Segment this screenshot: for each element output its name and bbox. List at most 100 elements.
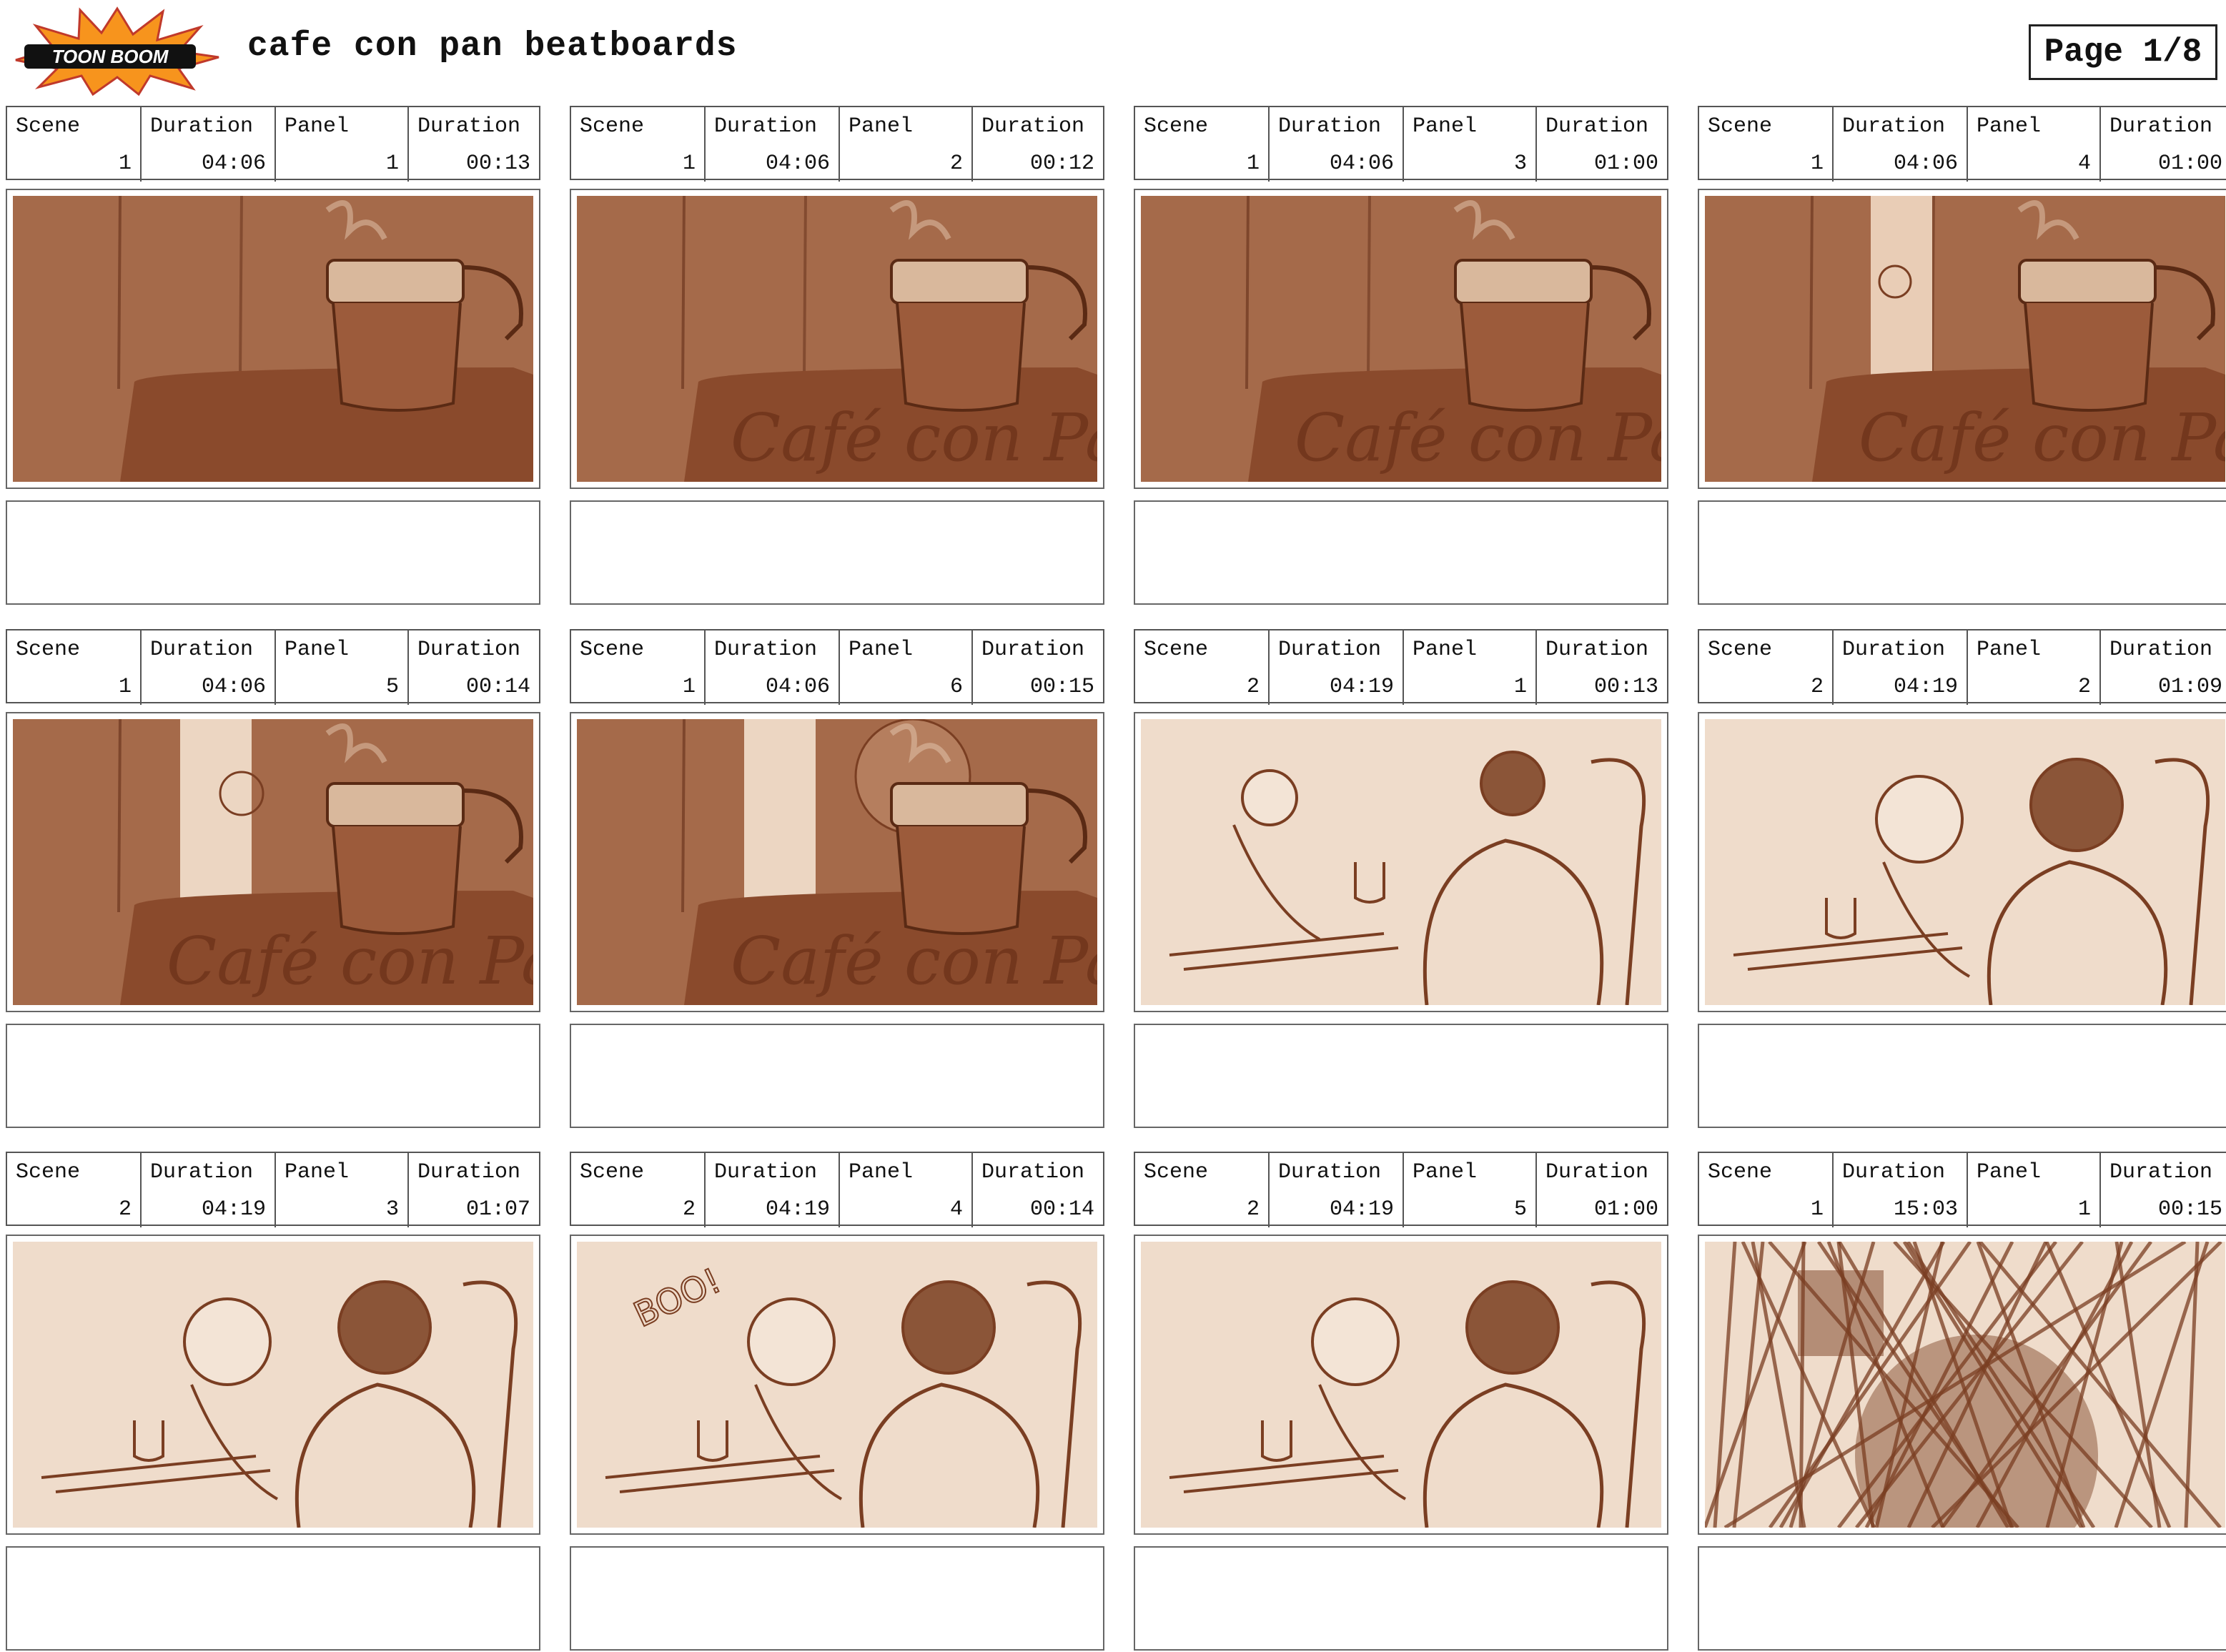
cell-divider — [1832, 668, 1834, 705]
scene-duration-label: Duration — [1842, 1160, 1946, 1184]
scene-number: 2 — [1246, 675, 1260, 699]
scene-label: Scene — [580, 1160, 645, 1184]
document-title: cafe con pan beatboards — [247, 27, 738, 66]
panel-duration-value: 00:14 — [1029, 1197, 1094, 1222]
scene-duration-value: 04:06 — [1893, 152, 1958, 176]
panel-notes-box[interactable] — [6, 500, 540, 605]
panel-notes-box[interactable] — [570, 500, 1104, 605]
scene-label: Scene — [1708, 114, 1773, 139]
panel-artwork — [1141, 719, 1661, 1005]
scene-cell: Scene 2 — [1135, 630, 1268, 702]
panel-image-frame[interactable]: Café con Pan — [1134, 189, 1668, 489]
panel-notes-box[interactable] — [1134, 1024, 1668, 1128]
cell-divider — [274, 668, 276, 705]
panel-duration-cell: Duration 00:13 — [407, 107, 539, 182]
cell-divider — [1268, 668, 1270, 705]
panel-image-frame[interactable] — [1134, 1235, 1668, 1535]
scene-duration-cell: Duration 04:19 — [1268, 1153, 1403, 1227]
scene-cell: Scene 1 — [1699, 1153, 1832, 1225]
panel-duration-cell: Duration 00:12 — [971, 107, 1103, 182]
panel-duration-value: 00:13 — [465, 152, 530, 176]
panel-duration-cell: Duration 00:13 — [1535, 630, 1667, 705]
panel-image-frame[interactable]: BOO! — [570, 1235, 1104, 1535]
scene-label: Scene — [580, 638, 645, 662]
panel-cell: Panel 2 — [1967, 630, 2099, 705]
scene-duration-value: 04:19 — [201, 1197, 266, 1222]
scene-cell: Scene 1 — [1135, 107, 1268, 179]
scene-duration-value: 15:03 — [1893, 1197, 1958, 1222]
panel-notes-box[interactable] — [6, 1024, 540, 1128]
panel-image-frame[interactable]: Café con Pan — [6, 712, 540, 1012]
scene-label: Scene — [16, 114, 81, 139]
cell-divider — [704, 144, 706, 182]
panel-artwork — [13, 196, 533, 482]
svg-text:TOON BOOM: TOON BOOM — [52, 46, 169, 67]
panel-image-frame[interactable]: Café con Pan — [570, 712, 1104, 1012]
panel-notes-box[interactable] — [1134, 1546, 1668, 1651]
cell-divider — [274, 1190, 276, 1227]
scene-duration-cell: Duration 04:19 — [704, 1153, 839, 1227]
cell-divider — [839, 668, 840, 705]
scene-duration-cell: Duration 04:06 — [1268, 107, 1403, 182]
scene-cell: Scene 1 — [571, 630, 704, 702]
panel-info-header: Scene 1 Duration 04:06 Panel 5 Duration … — [6, 629, 540, 705]
scene-duration-label: Duration — [1278, 114, 1382, 139]
panel-duration-label: Duration — [981, 114, 1085, 139]
panel-label: Panel — [849, 114, 914, 139]
cell-divider — [1535, 144, 1537, 182]
panel-duration-label: Duration — [417, 638, 521, 662]
panel-notes-box[interactable] — [1698, 1546, 2226, 1651]
panel-cell: Panel 3 — [274, 1153, 407, 1227]
scene-duration-value: 04:06 — [1329, 152, 1394, 176]
scene-number: 2 — [1810, 675, 1824, 699]
scene-number: 1 — [682, 675, 696, 699]
cell-divider — [1967, 668, 1968, 705]
cell-divider — [1535, 1190, 1537, 1227]
panel-label: Panel — [285, 114, 350, 139]
panel-label: Panel — [1413, 1160, 1478, 1184]
scene-number: 2 — [1246, 1197, 1260, 1222]
panel-cell: Panel 1 — [1403, 630, 1535, 705]
page-indicator: Page 1/8 — [2029, 24, 2217, 80]
cell-divider — [1535, 668, 1537, 705]
scene-cell: Scene 1 — [571, 107, 704, 179]
panel-image-frame[interactable] — [6, 189, 540, 489]
panel-notes-box[interactable] — [6, 1546, 540, 1651]
panel-duration-cell: Duration 00:15 — [2099, 1153, 2226, 1227]
scene-number: 1 — [1246, 152, 1260, 176]
panel-duration-label: Duration — [1545, 114, 1649, 139]
panel-artwork: Café con Pan — [577, 719, 1097, 1005]
panel-duration-cell: Duration 01:00 — [2099, 107, 2226, 182]
panel-duration-label: Duration — [1545, 638, 1649, 662]
panel-notes-box[interactable] — [1698, 1024, 2226, 1128]
panel-duration-cell: Duration 01:09 — [2099, 630, 2226, 705]
cell-divider — [274, 144, 276, 182]
panel-notes-box[interactable] — [570, 1024, 1104, 1128]
panel-notes-box[interactable] — [570, 1546, 1104, 1651]
panel-notes-box[interactable] — [1134, 500, 1668, 605]
scene-duration-cell: Duration 04:06 — [704, 630, 839, 705]
panel-duration-label: Duration — [2109, 1160, 2213, 1184]
panel-image-frame[interactable] — [6, 1235, 540, 1535]
panel-notes-box[interactable] — [1698, 500, 2226, 605]
scene-label: Scene — [16, 1160, 81, 1184]
scene-number: 1 — [118, 675, 132, 699]
scene-label: Scene — [1144, 114, 1209, 139]
svg-text:Café con Pan: Café con Pan — [1859, 400, 2225, 476]
cell-divider — [1832, 1190, 1834, 1227]
panel-image-frame[interactable]: Café con Pan — [570, 189, 1104, 489]
scene-label: Scene — [16, 638, 81, 662]
scene-label: Scene — [1708, 1160, 1773, 1184]
panel-image-frame[interactable]: Café con Pan — [1698, 189, 2226, 489]
panel-number: 3 — [1513, 152, 1527, 176]
panel-image-frame[interactable] — [1134, 712, 1668, 1012]
panel-number: 1 — [1513, 675, 1527, 699]
cell-divider — [140, 144, 142, 182]
panel-image-frame[interactable] — [1698, 1235, 2226, 1535]
scene-duration-value: 04:06 — [765, 675, 830, 699]
scene-cell: Scene 1 — [1699, 107, 1832, 179]
panel-info-header: Scene 1 Duration 15:03 Panel 1 Duration … — [1698, 1152, 2226, 1227]
panel-duration-value: 01:00 — [1593, 152, 1658, 176]
panel-image-frame[interactable] — [1698, 712, 2226, 1012]
panel-info-header: Scene 2 Duration 04:19 Panel 5 Duration … — [1134, 1152, 1668, 1227]
